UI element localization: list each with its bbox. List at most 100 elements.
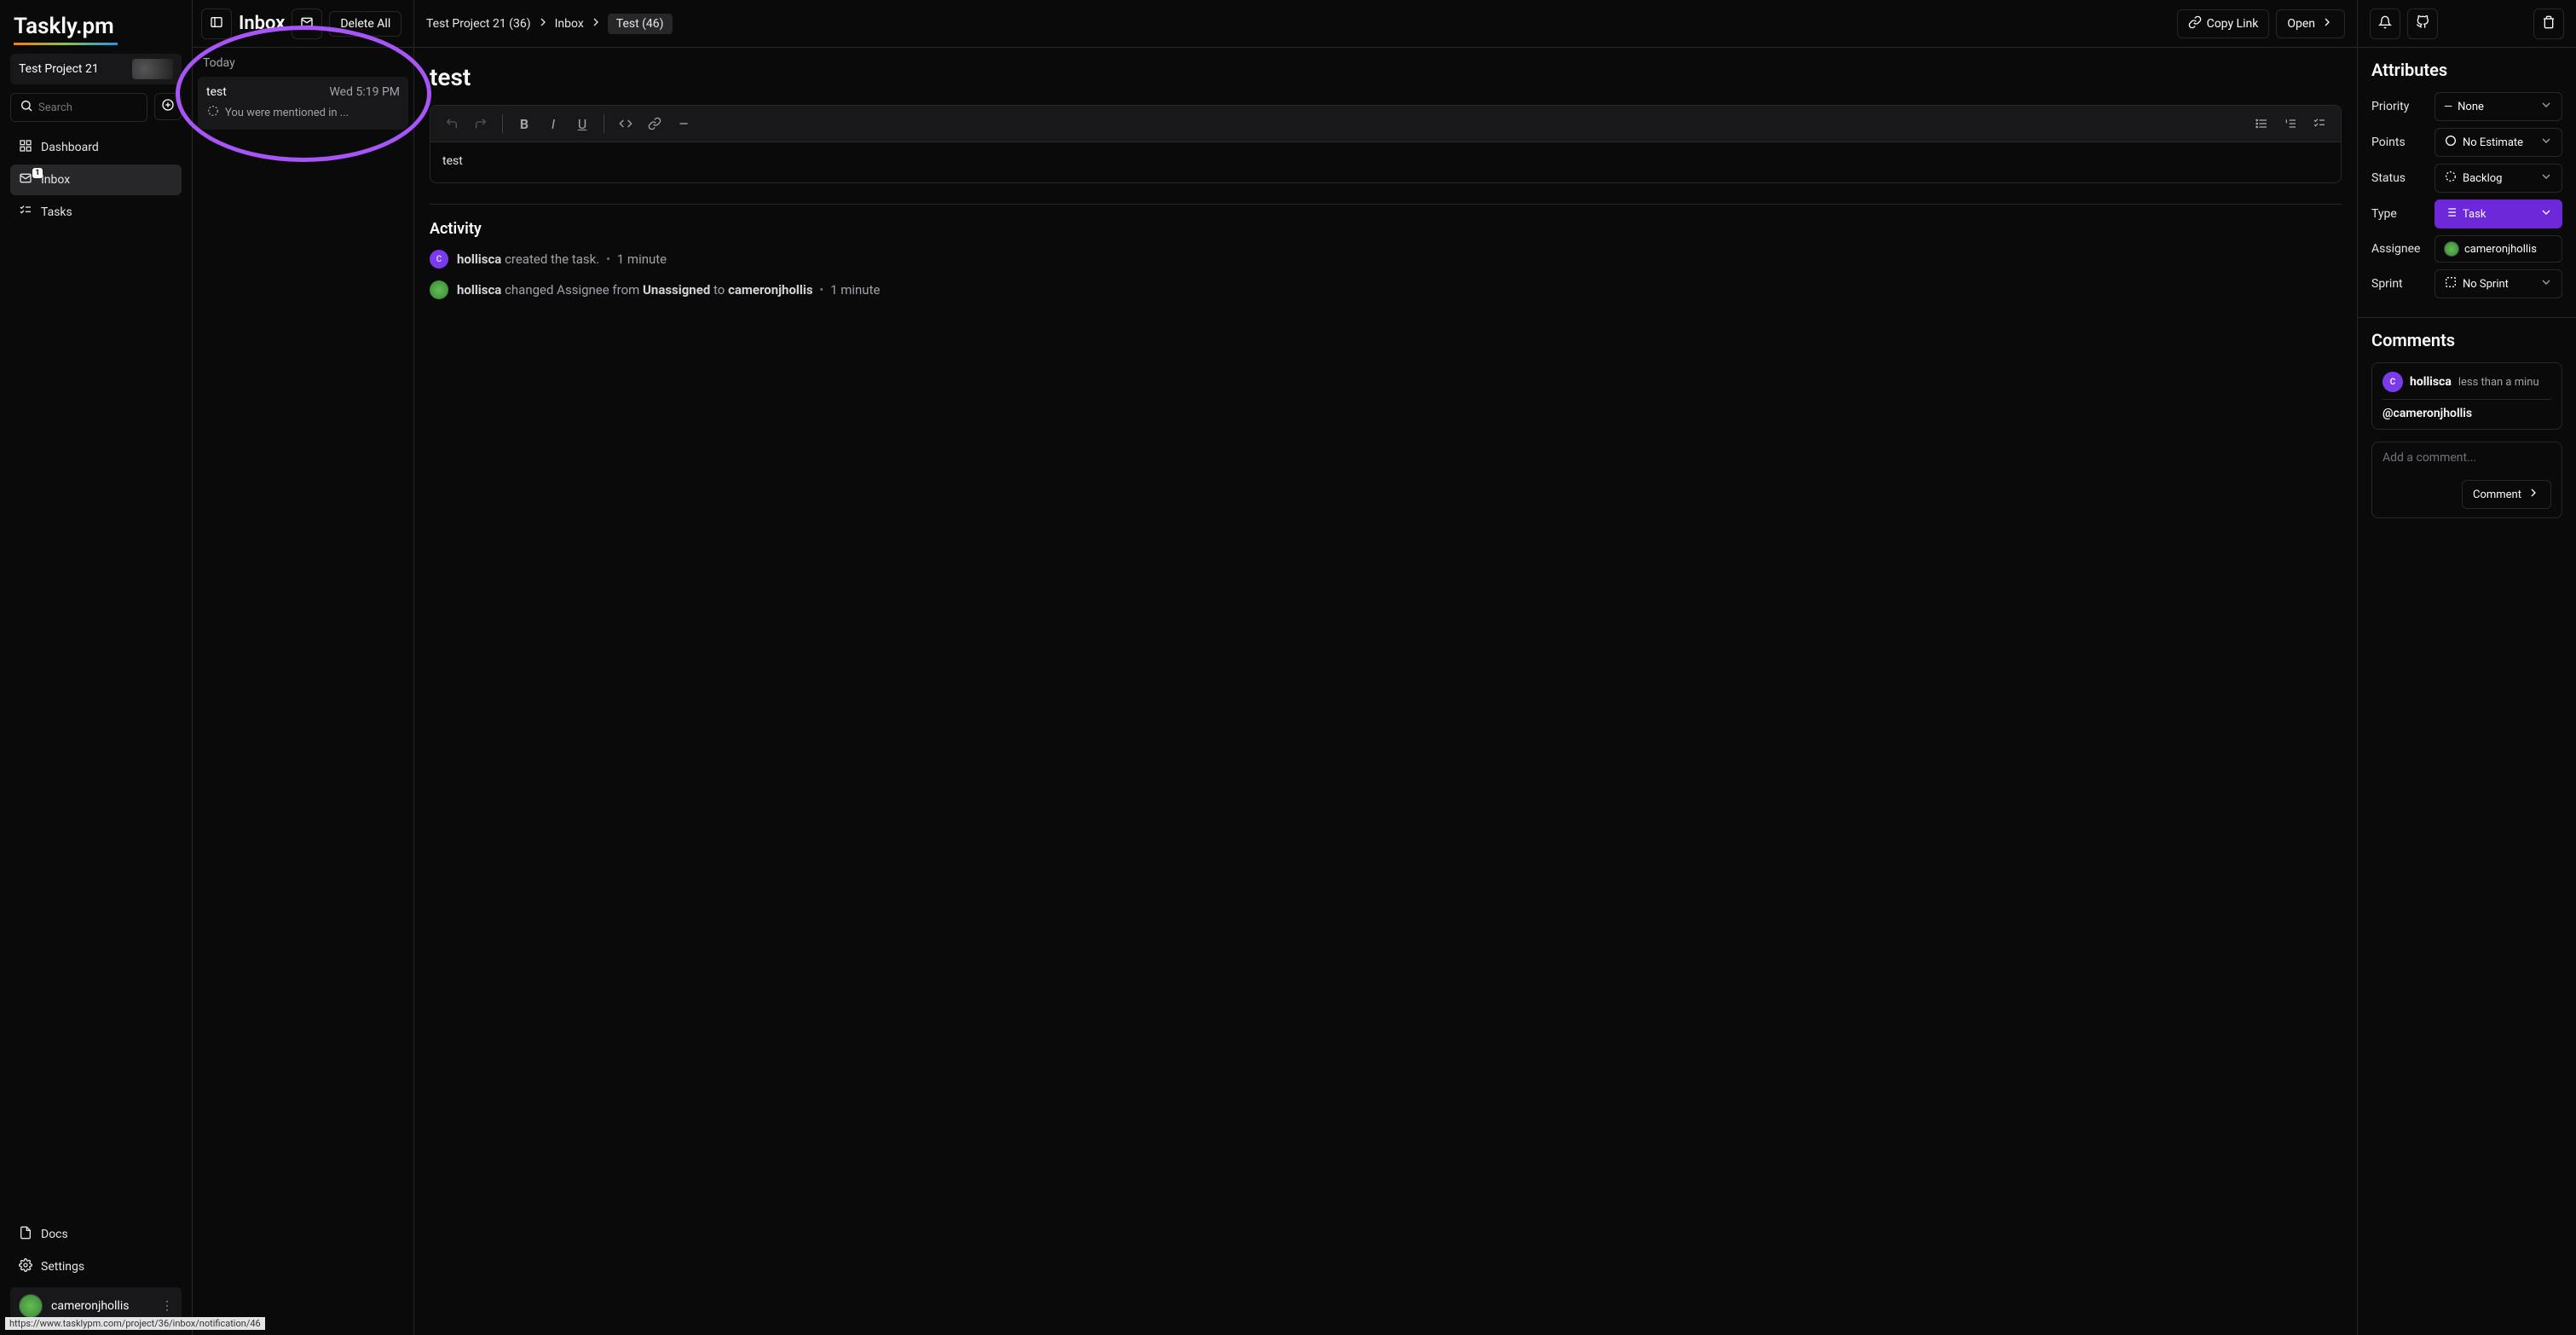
- undo-button[interactable]: [439, 111, 465, 136]
- comment-item: C hollisca less than a minu @cameronjhol…: [2371, 362, 2562, 430]
- sidebar-right: Attributes Priority — None Points No Est…: [2358, 0, 2576, 1335]
- avatar: C: [2383, 372, 2403, 392]
- breadcrumb: Test Project 21 (36) Inbox Test (46): [426, 14, 673, 34]
- chevron-down-icon: [2539, 98, 2553, 115]
- code-button[interactable]: [613, 111, 638, 136]
- chevron-down-icon: [2539, 205, 2553, 222]
- activity-time: 1 minute: [830, 282, 880, 298]
- add-button[interactable]: [154, 93, 182, 120]
- points-select[interactable]: No Estimate: [2434, 128, 2562, 157]
- attr-label-assignee: Assignee: [2371, 242, 2434, 256]
- attr-label-type: Type: [2371, 207, 2434, 221]
- breadcrumb-inbox[interactable]: Inbox: [555, 17, 584, 31]
- comment-body: @cameronjhollis: [2383, 407, 2551, 420]
- activity-row: C hollisca created the task. • 1 minute: [430, 250, 2342, 269]
- attr-label-priority: Priority: [2371, 100, 2434, 113]
- project-selector[interactable]: Test Project 21: [10, 54, 182, 84]
- comment-time: less than a minu: [2458, 376, 2539, 389]
- github-button[interactable]: [2407, 9, 2438, 39]
- notifications-button[interactable]: [2370, 9, 2400, 39]
- activity-from: Unassigned: [643, 282, 710, 298]
- sidebar-item-settings[interactable]: Settings: [10, 1251, 182, 1282]
- activity-row: hollisca changed Assignee from Unassigne…: [430, 280, 2342, 299]
- assignee-select[interactable]: cameronjhollis: [2434, 235, 2562, 263]
- chevron-right-icon: [536, 15, 550, 32]
- editor-toolbar: B I U: [430, 105, 2342, 142]
- url-tooltip: https://www.tasklypm.com/project/36/inbo…: [5, 1317, 265, 1330]
- file-icon: [19, 1226, 32, 1243]
- comment-author: hollisca: [2410, 375, 2452, 389]
- mark-read-button[interactable]: [292, 9, 322, 39]
- redo-button[interactable]: [468, 111, 494, 136]
- sidebar-item-docs[interactable]: Docs: [10, 1219, 182, 1250]
- copy-link-button[interactable]: Copy Link: [2177, 9, 2270, 38]
- inbox-section-label: Today: [193, 48, 413, 73]
- search-input[interactable]: [10, 93, 147, 122]
- italic-button[interactable]: I: [540, 111, 566, 136]
- project-name: Test Project 21: [19, 62, 99, 76]
- app-logo[interactable]: Taskly.pm: [10, 10, 182, 46]
- attr-label-points: Points: [2371, 136, 2434, 149]
- link-icon: [2188, 15, 2202, 32]
- assignee-value: cameronjhollis: [2464, 243, 2537, 256]
- circle-icon: [2444, 134, 2458, 151]
- trash-icon: [2542, 15, 2556, 32]
- sidebar-item-tasks[interactable]: Tasks: [10, 197, 182, 228]
- main-panel: Test Project 21 (36) Inbox Test (46) Cop…: [414, 0, 2358, 1335]
- numbered-list-button[interactable]: [2278, 111, 2303, 136]
- dashed-circle-icon: [2444, 170, 2458, 187]
- task-description-editor[interactable]: test: [430, 142, 2342, 183]
- comment-input-box: Add a comment... Comment: [2371, 442, 2562, 518]
- comment-input[interactable]: Add a comment...: [2383, 451, 2551, 471]
- sidebar-item-label: Inbox: [41, 173, 70, 187]
- comment-submit-button[interactable]: Comment: [2462, 480, 2551, 509]
- bullet-list-button[interactable]: [2249, 111, 2274, 136]
- attr-label-sprint: Sprint: [2371, 277, 2434, 291]
- status-select[interactable]: Backlog: [2434, 164, 2562, 193]
- sidebar-item-inbox[interactable]: 1 Inbox: [10, 165, 182, 195]
- status-value: Backlog: [2463, 172, 2502, 185]
- bell-icon: [2378, 15, 2392, 32]
- user-name: cameronjhollis: [51, 1299, 129, 1313]
- activity-text: changed Assignee from: [505, 282, 639, 298]
- attr-label-status: Status: [2371, 171, 2434, 185]
- sprint-value: No Sprint: [2463, 278, 2509, 291]
- logo-underline: [14, 43, 118, 45]
- checklist-button[interactable]: [2307, 111, 2332, 136]
- search-field[interactable]: [38, 101, 138, 114]
- inbox-notification-item[interactable]: test Wed 5:19 PM You were mentioned in .…: [198, 77, 408, 130]
- priority-select[interactable]: — None: [2434, 92, 2562, 121]
- sidebar-item-label: Docs: [41, 1228, 68, 1241]
- sprint-select[interactable]: No Sprint: [2434, 269, 2562, 298]
- inbox-item-title: test: [206, 85, 227, 99]
- hr-button[interactable]: [671, 111, 696, 136]
- breadcrumb-project[interactable]: Test Project 21 (36): [426, 17, 531, 31]
- points-value: No Estimate: [2463, 136, 2523, 149]
- task-title-input[interactable]: test: [430, 61, 2342, 93]
- main-header: Test Project 21 (36) Inbox Test (46) Cop…: [414, 0, 2357, 48]
- sprint-icon: [2444, 275, 2458, 292]
- open-button[interactable]: Open: [2276, 9, 2345, 38]
- sidebar-item-label: Settings: [41, 1260, 84, 1274]
- chevron-down-icon: [2539, 134, 2553, 151]
- link-button[interactable]: [642, 111, 667, 136]
- panel-icon: [210, 15, 223, 32]
- search-icon: [20, 99, 33, 116]
- breadcrumb-current: Test (46): [608, 14, 673, 34]
- activity-heading: Activity: [430, 220, 2342, 238]
- list-icon: [2444, 205, 2458, 222]
- delete-button[interactable]: [2533, 9, 2564, 39]
- inbox-item-subtitle: You were mentioned in ...: [225, 107, 349, 119]
- inbox-badge: 1: [32, 168, 43, 178]
- comment-submit-label: Comment: [2473, 488, 2521, 501]
- mail-open-icon: [300, 15, 314, 32]
- underline-button[interactable]: U: [569, 111, 595, 136]
- bold-button[interactable]: B: [511, 111, 537, 136]
- more-icon: ⋮: [161, 1299, 173, 1313]
- delete-all-button[interactable]: Delete All: [329, 11, 401, 37]
- panel-toggle-button[interactable]: [201, 9, 232, 39]
- inbox-item-time: Wed 5:19 PM: [329, 85, 400, 99]
- sidebar-item-dashboard[interactable]: Dashboard: [10, 132, 182, 163]
- type-select[interactable]: Task: [2434, 199, 2562, 228]
- avatar: C: [430, 250, 448, 269]
